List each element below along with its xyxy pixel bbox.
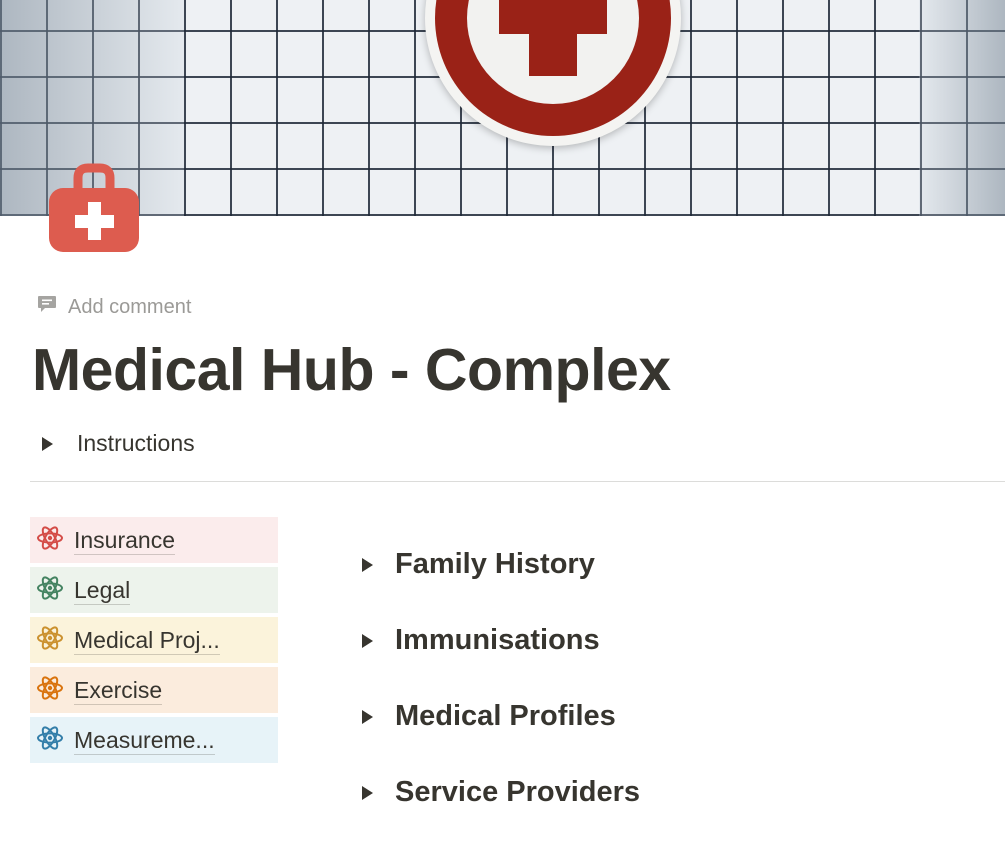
- instructions-label: Instructions: [77, 430, 195, 456]
- nav-link-medical-projects[interactable]: Medical Proj...: [30, 617, 278, 663]
- atom-icon: [36, 674, 64, 707]
- toggle-triangle-icon[interactable]: [362, 633, 373, 648]
- nav-link-legal[interactable]: Legal: [30, 567, 278, 613]
- page-title[interactable]: Medical Hub - Complex: [32, 336, 671, 404]
- nav-link-label: Legal: [74, 576, 131, 605]
- red-cross-sign: [425, 0, 681, 146]
- toggle-medical-profiles[interactable]: Medical Profiles: [362, 700, 616, 733]
- nav-link-measurements[interactable]: Measureme...: [30, 717, 278, 763]
- atom-icon: [36, 624, 64, 657]
- nav-link-insurance[interactable]: Insurance: [30, 517, 278, 563]
- toggle-family-history[interactable]: Family History: [362, 548, 595, 581]
- section-heading: Medical Profiles: [395, 700, 616, 732]
- section-heading: Family History: [395, 548, 595, 580]
- atom-icon: [36, 524, 64, 557]
- nav-link-label: Medical Proj...: [74, 626, 220, 655]
- toggle-service-providers[interactable]: Service Providers: [362, 776, 640, 809]
- instructions-toggle[interactable]: Instructions: [42, 430, 195, 457]
- nav-link-label: Exercise: [74, 676, 163, 705]
- toggle-triangle-icon[interactable]: [362, 709, 373, 724]
- atom-icon: [36, 724, 64, 757]
- nav-link-label: Measureme...: [74, 726, 215, 755]
- atom-icon: [36, 574, 64, 607]
- divider: [30, 481, 1005, 482]
- cover-image: [0, 0, 1005, 216]
- comment-icon: [36, 293, 58, 321]
- cover-wall-right: [919, 0, 1005, 216]
- add-comment-button[interactable]: Add comment: [36, 293, 191, 321]
- nav-link-label: Insurance: [74, 526, 176, 555]
- first-aid-kit-icon[interactable]: [46, 160, 142, 256]
- section-heading: Service Providers: [395, 776, 641, 808]
- section-heading: Immunisations: [395, 624, 600, 656]
- toggle-triangle-icon[interactable]: [362, 785, 373, 800]
- toggle-triangle-icon[interactable]: [42, 436, 53, 451]
- toggle-immunisations[interactable]: Immunisations: [362, 624, 600, 657]
- nav-link-exercise[interactable]: Exercise: [30, 667, 278, 713]
- nav-link-list: Insurance Legal Medical Proj... Exercise…: [30, 517, 278, 767]
- toggle-triangle-icon[interactable]: [362, 557, 373, 572]
- add-comment-label: Add comment: [68, 295, 192, 318]
